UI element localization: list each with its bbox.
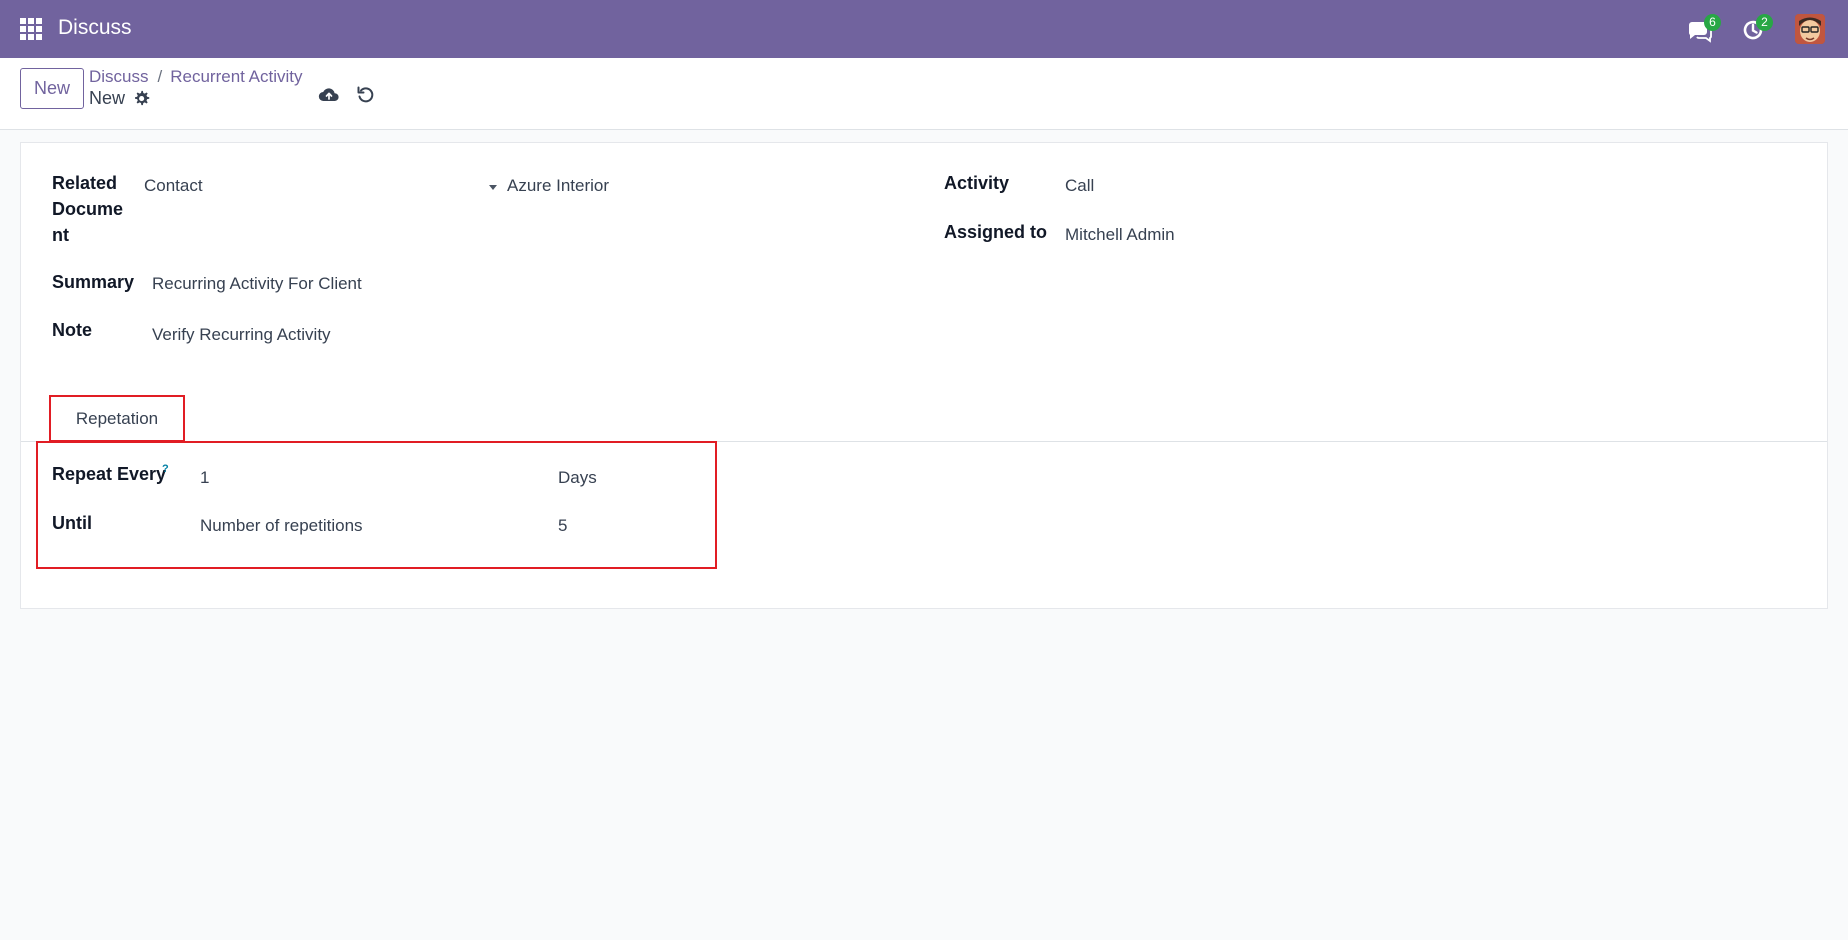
app-name[interactable]: Discuss (58, 16, 132, 40)
note-field[interactable]: Verify Recurring Activity (152, 325, 331, 345)
help-tooltip-icon[interactable]: ? (162, 463, 169, 475)
activities-count-badge: 2 (1756, 14, 1773, 31)
highlight-box (36, 441, 717, 569)
form-sheet: Related Docume nt Contact Azure Interior… (20, 142, 1828, 609)
summary-label: Summary (52, 272, 135, 292)
note-label: Note (52, 320, 92, 340)
breadcrumb-current[interactable]: Recurrent Activity (170, 67, 302, 86)
discard-icon[interactable] (356, 85, 376, 105)
breadcrumb-parent[interactable]: Discuss (89, 67, 149, 86)
top-navbar: Discuss 6 2 (0, 0, 1848, 58)
record-title: New (89, 88, 126, 108)
cloud-upload-icon[interactable] (318, 85, 340, 105)
tab-divider (21, 441, 1827, 442)
new-button[interactable]: New (20, 68, 84, 109)
until-type-select[interactable]: Number of repetitions (200, 516, 363, 536)
activity-field[interactable]: Call (1065, 176, 1094, 196)
assigned-to-field[interactable]: Mitchell Admin (1065, 225, 1175, 245)
related-record-field[interactable]: Azure Interior (507, 176, 609, 196)
related-model-select[interactable]: Contact (144, 176, 203, 196)
summary-field[interactable]: Recurring Activity For Client (152, 274, 362, 294)
messages-count-badge: 6 (1704, 14, 1721, 31)
tab-repetation-label: Repetation (75, 409, 159, 428)
apps-grid-icon[interactable] (20, 18, 42, 40)
activity-label: Activity (944, 173, 1010, 193)
repeat-unit-select[interactable]: Days (558, 468, 597, 488)
breadcrumb: Discuss / Recurrent Activity (89, 67, 303, 87)
control-panel: New Discuss / Recurrent Activity New (0, 58, 1848, 130)
user-avatar[interactable] (1795, 14, 1825, 44)
assigned-to-label: Assigned to (944, 222, 1048, 242)
repeat-interval-field[interactable]: 1 (200, 468, 209, 488)
chevron-down-icon[interactable] (489, 185, 497, 190)
gear-icon[interactable] (133, 90, 150, 107)
repeat-every-label: Repeat Every (52, 464, 167, 484)
until-label: Until (52, 513, 92, 533)
related-document-label-line3: nt (52, 225, 69, 245)
tab-repetation[interactable]: Repetation (49, 395, 185, 442)
related-document-label-line1: Related (52, 173, 118, 193)
related-document-label-line2: Docume (52, 199, 124, 219)
repetition-count-field[interactable]: 5 (558, 516, 567, 536)
breadcrumb-separator: / (157, 67, 163, 86)
